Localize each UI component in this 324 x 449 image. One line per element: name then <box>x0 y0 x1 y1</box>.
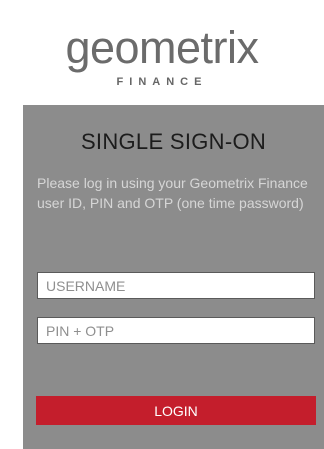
login-description: Please log in using your Geometrix Finan… <box>37 175 308 211</box>
page-title: SINGLE SIGN-ON <box>80 129 267 154</box>
logo-subtitle: FINANCE <box>116 76 208 88</box>
header: geometrix FINANCE <box>0 0 324 105</box>
logo-wordmark: geometrix <box>65 22 259 73</box>
login-page: geometrix FINANCE SINGLE SIGN-ON Please … <box>0 0 324 449</box>
login-button[interactable]: LOGIN <box>36 396 316 425</box>
username-input[interactable] <box>37 272 315 299</box>
sign-on-panel: SINGLE SIGN-ON Please log in using your … <box>23 105 324 449</box>
pin-otp-input[interactable] <box>37 317 315 344</box>
